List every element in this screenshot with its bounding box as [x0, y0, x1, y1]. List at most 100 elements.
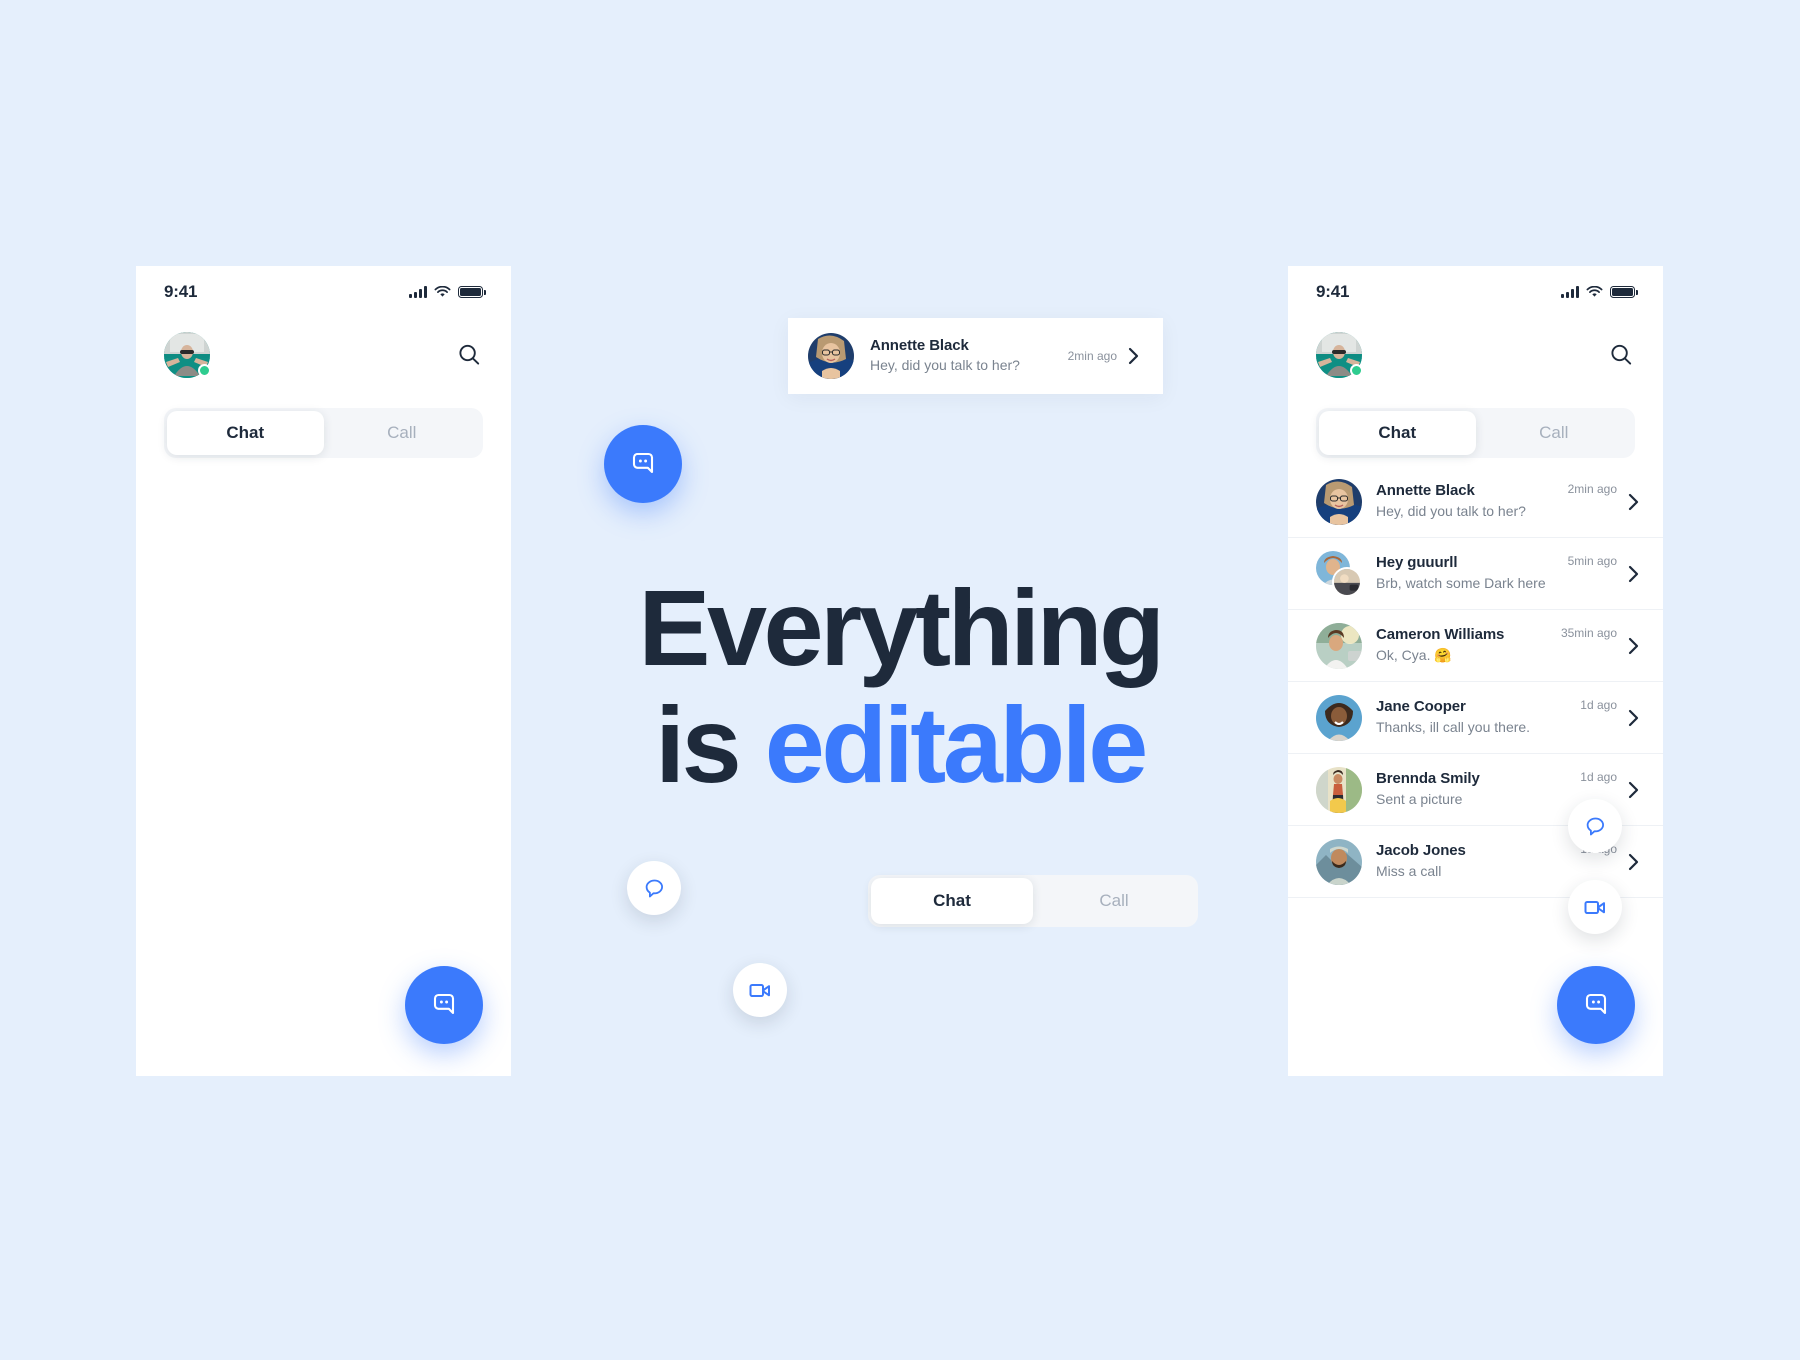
- phone-screen-left: 9:41 Chat Call: [136, 266, 511, 1076]
- avatar-photo: [1316, 694, 1362, 741]
- sample-message-button[interactable]: [627, 861, 681, 915]
- headline-line-1: Everything: [638, 567, 1165, 688]
- chevron-right-icon[interactable]: [1627, 491, 1641, 513]
- wifi-icon: [1586, 286, 1603, 297]
- battery-icon: [458, 286, 486, 298]
- notification-time: 2min ago: [1067, 349, 1117, 363]
- headline-line-2: is editable: [500, 683, 1300, 805]
- app-header: [136, 318, 511, 392]
- chevron-right-icon[interactable]: [1627, 707, 1641, 729]
- chat-message: Thanks, ill call you there.: [1376, 718, 1531, 735]
- list-item-text: Hey guuurll Brb, watch some Dark here: [1376, 553, 1568, 593]
- video-call-action-button[interactable]: [1568, 880, 1622, 934]
- annette-avatar: [1316, 478, 1362, 525]
- app-header: [1288, 318, 1663, 392]
- chevron-right-icon[interactable]: [1627, 635, 1641, 657]
- notification-avatar: [808, 333, 854, 379]
- search-icon[interactable]: [455, 341, 483, 369]
- chat-time: 2min ago: [1567, 482, 1617, 496]
- list-item-text: Brennda Smily Sent a picture: [1376, 769, 1580, 809]
- chevron-right-icon[interactable]: [1127, 345, 1141, 367]
- phone-screen-right: 9:41 Chat Call Annette Black Hey, did yo…: [1288, 266, 1663, 1076]
- chat-name: Cameron Williams: [1376, 626, 1505, 644]
- chevron-right-icon[interactable]: [1627, 779, 1641, 801]
- chat-bubble-dots-icon: [433, 993, 455, 1015]
- new-chat-fab[interactable]: [1557, 966, 1635, 1044]
- chat-name: Hey guuurll: [1376, 554, 1458, 572]
- list-item-text: Cameron Williams Ok, Cya. 🤗: [1376, 625, 1561, 665]
- notification-card[interactable]: Annette Black Hey, did you talk to her? …: [788, 318, 1163, 394]
- avatar[interactable]: [1316, 332, 1363, 378]
- cellular-signal-icon: [1561, 286, 1579, 298]
- list-item[interactable]: Jane Cooper Thanks, ill call you there. …: [1288, 682, 1663, 754]
- message-action-button[interactable]: [1568, 799, 1622, 853]
- brennda-avatar: [1316, 766, 1362, 813]
- chat-name: Jane Cooper: [1376, 698, 1466, 716]
- chat-time: 5min ago: [1567, 554, 1617, 568]
- page-title: Everything is editable: [500, 567, 1300, 805]
- chat-name: Brennda Smily: [1376, 770, 1480, 788]
- tab-call-sample[interactable]: Call: [1033, 878, 1195, 924]
- online-status-dot: [1350, 364, 1363, 377]
- chat-time: 1d ago: [1580, 698, 1617, 712]
- message-bubble-icon: [1586, 817, 1604, 835]
- search-icon[interactable]: [1607, 341, 1635, 369]
- avatar-photo-2: [1332, 566, 1362, 597]
- avatar-photo: [1316, 766, 1362, 813]
- video-camera-icon: [749, 984, 770, 997]
- status-icons: [409, 286, 486, 298]
- chat-name: Jacob Jones: [1376, 842, 1466, 860]
- notification-message: Hey, did you talk to her?: [870, 357, 1020, 374]
- chat-time: 35min ago: [1560, 626, 1617, 640]
- tab-chat[interactable]: Chat: [167, 411, 324, 455]
- jacob-avatar: [1316, 838, 1362, 885]
- jane-avatar: [1316, 694, 1362, 741]
- list-item[interactable]: Hey guuurll Brb, watch some Dark here 5m…: [1288, 538, 1663, 610]
- status-bar: 9:41: [1288, 266, 1663, 318]
- segmented-tabs-sample: Chat Call: [868, 875, 1198, 927]
- status-icons: [1561, 286, 1638, 298]
- list-item-text: Jane Cooper Thanks, ill call you there.: [1376, 697, 1580, 737]
- message-bubble-icon: [645, 879, 663, 897]
- avatar-photo: [1316, 622, 1362, 669]
- list-item-text: Annette Black Hey, did you talk to her?: [1376, 481, 1568, 521]
- chat-bubble-dots-icon: [1585, 993, 1607, 1015]
- chat-bubble-dots-icon: [632, 452, 654, 474]
- chat-message: Hey, did you talk to her?: [1376, 502, 1526, 519]
- canvas: 9:41 Chat Call Annette Black Hey, did yo…: [0, 0, 1800, 1360]
- avatar-photo: [1316, 838, 1362, 885]
- video-camera-icon: [1584, 901, 1605, 914]
- battery-icon: [1610, 286, 1638, 298]
- avatar-photo: [1316, 478, 1362, 525]
- chat-message: Sent a picture: [1376, 790, 1463, 807]
- chat-name: Annette Black: [1376, 482, 1475, 500]
- chevron-right-icon[interactable]: [1627, 563, 1641, 585]
- status-time: 9:41: [164, 282, 198, 301]
- chat-message: Miss a call: [1376, 862, 1442, 879]
- sample-new-chat-fab[interactable]: [604, 425, 682, 503]
- avatar[interactable]: [164, 332, 211, 378]
- status-time: 9:41: [1316, 282, 1350, 301]
- tab-call[interactable]: Call: [1476, 411, 1633, 455]
- wifi-icon: [434, 286, 451, 297]
- list-item[interactable]: Annette Black Hey, did you talk to her? …: [1288, 466, 1663, 538]
- headline-prefix: is: [655, 683, 765, 805]
- segmented-tabs-left: Chat Call: [164, 408, 483, 458]
- chat-message: Ok, Cya. 🤗: [1376, 646, 1452, 663]
- list-item[interactable]: Cameron Williams Ok, Cya. 🤗 35min ago: [1288, 610, 1663, 682]
- avatar-photo: [1334, 568, 1360, 595]
- new-chat-fab[interactable]: [405, 966, 483, 1044]
- notification-text: Annette Black Hey, did you talk to her?: [870, 336, 1068, 376]
- notification-name: Annette Black: [870, 336, 969, 354]
- search-glyph: [1611, 344, 1632, 365]
- annette-photo: [808, 333, 854, 379]
- search-glyph: [459, 344, 480, 365]
- tab-call[interactable]: Call: [324, 411, 481, 455]
- chat-time: 1d ago: [1580, 770, 1617, 784]
- sample-video-call-button[interactable]: [733, 963, 787, 1017]
- headline-accent: editable: [764, 683, 1149, 805]
- tab-chat-sample[interactable]: Chat: [871, 878, 1033, 924]
- tab-chat[interactable]: Chat: [1319, 411, 1476, 455]
- chevron-right-icon[interactable]: [1627, 851, 1641, 873]
- cameron-avatar: [1316, 622, 1362, 669]
